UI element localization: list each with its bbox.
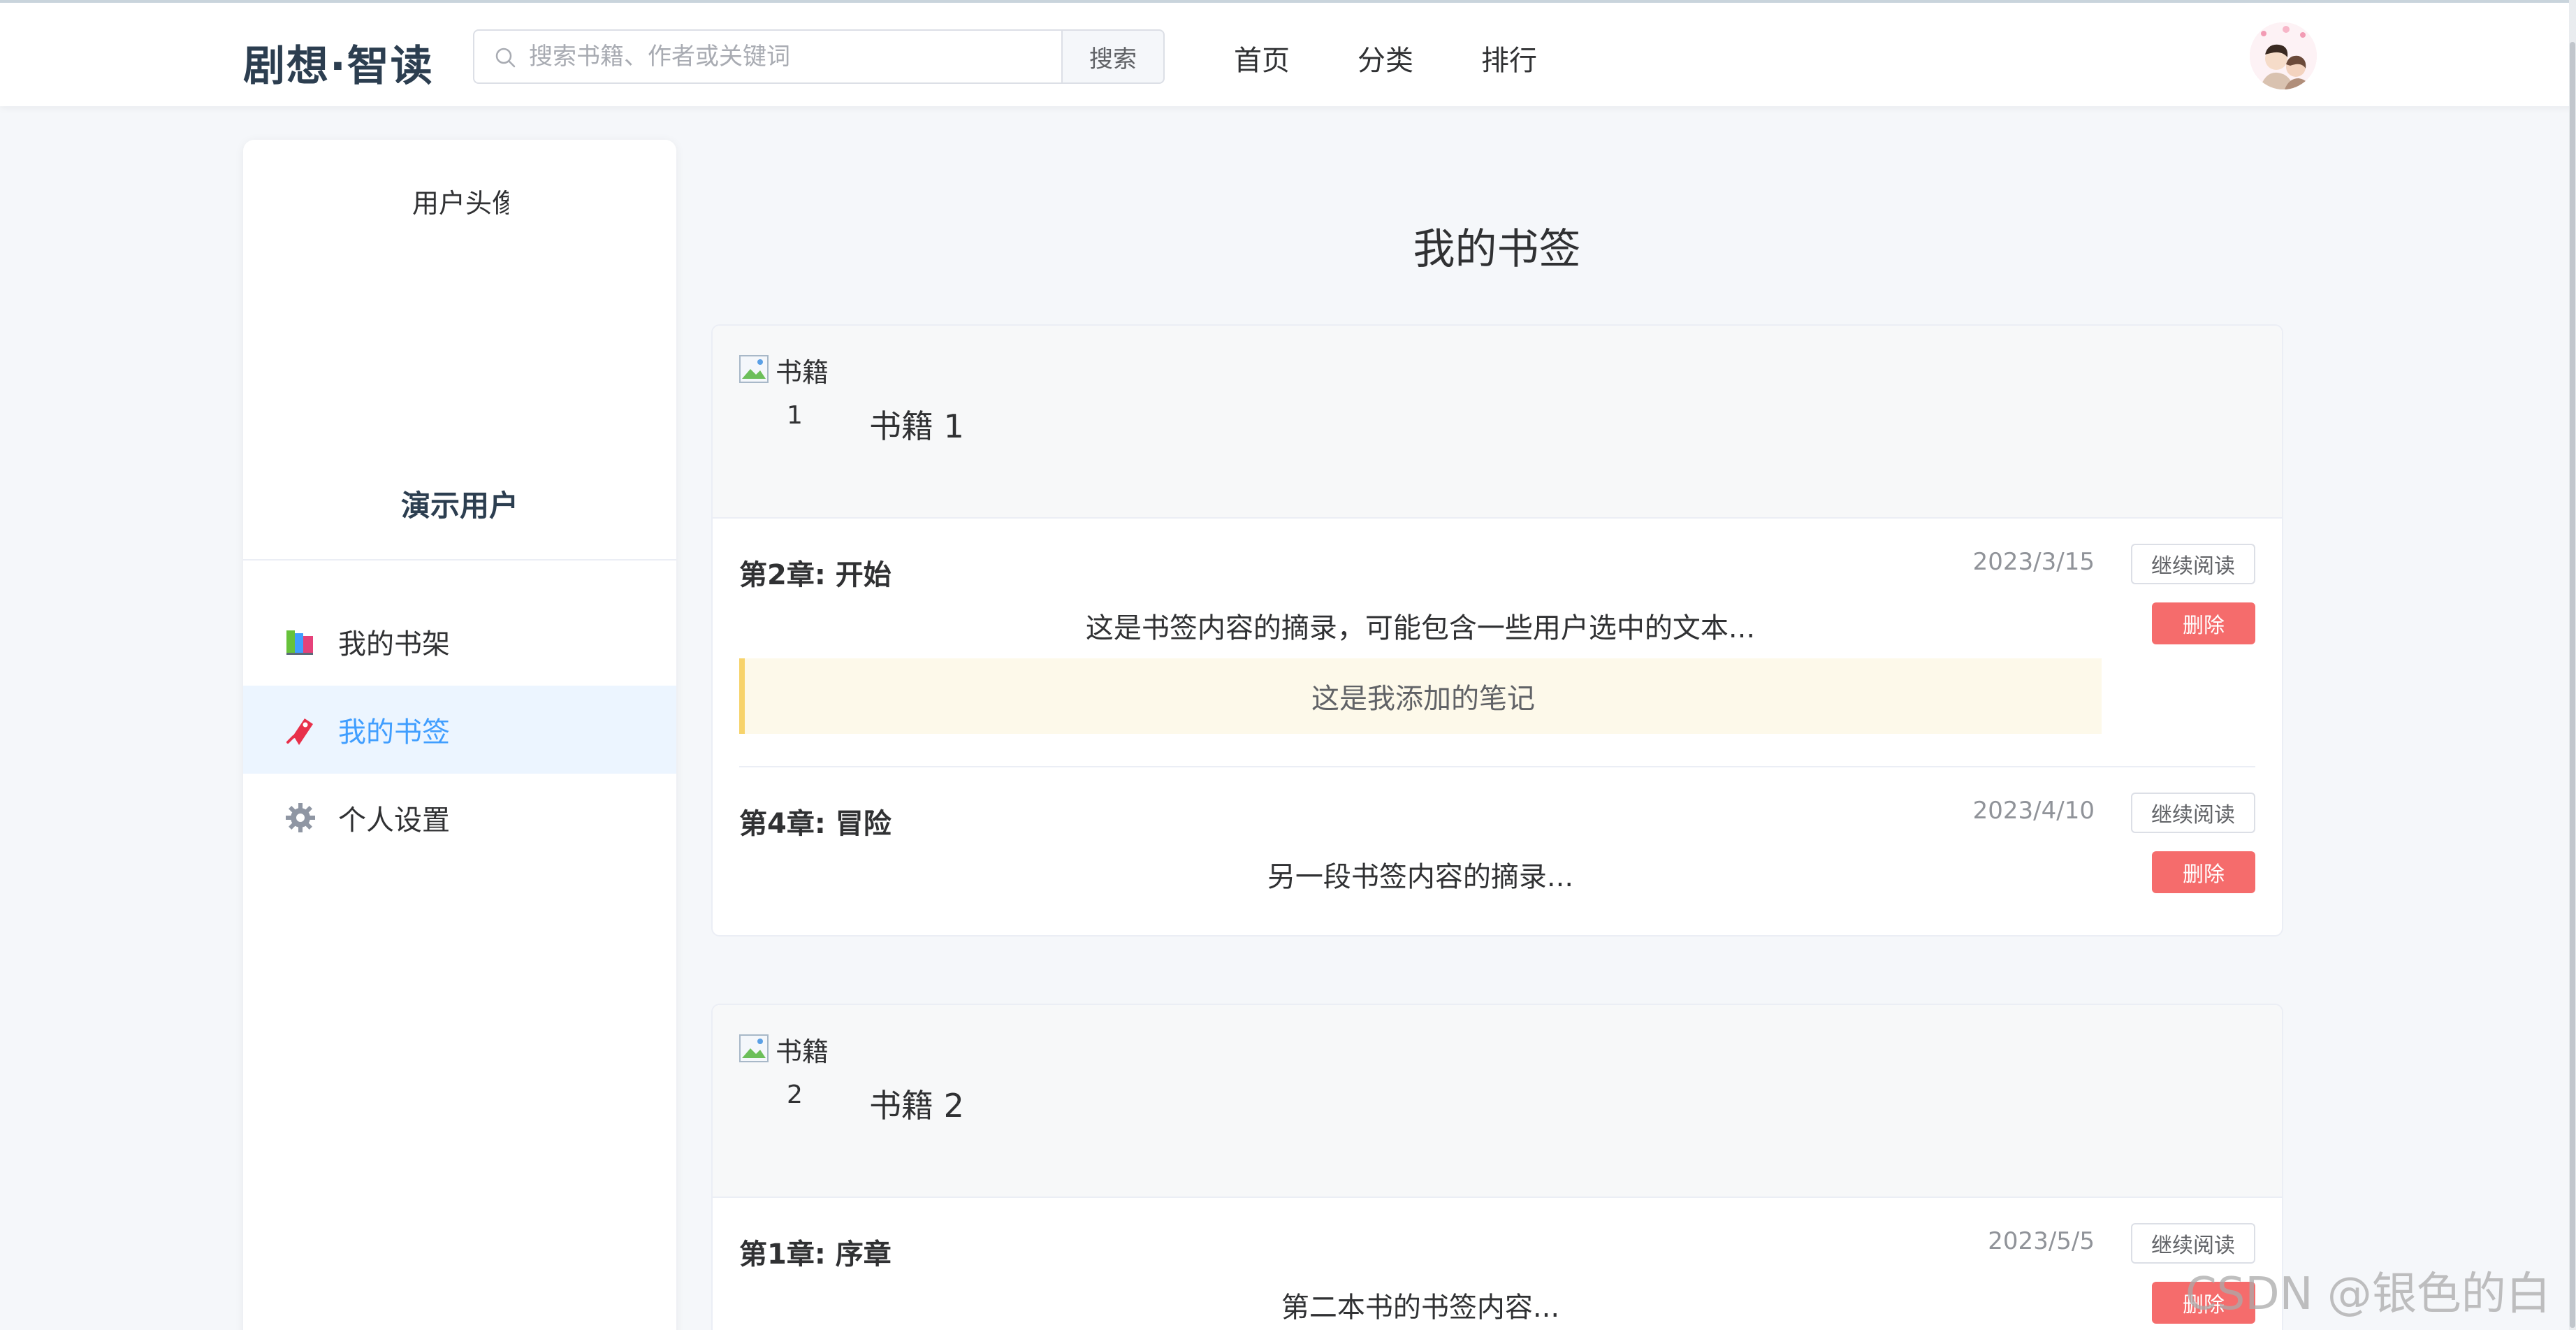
book-cover-number: 1 bbox=[787, 401, 803, 430]
book-title[interactable]: 书籍 2 bbox=[869, 1080, 964, 1127]
profile-avatar-alt: 用户头像 bbox=[412, 188, 509, 219]
book-header: 书籍 1 书籍 1 bbox=[713, 326, 2282, 519]
sidebar-item-label: 我的书签 bbox=[338, 716, 450, 749]
sidebar-item-label: 个人设置 bbox=[338, 804, 450, 837]
sidebar-item-label: 我的书架 bbox=[338, 628, 450, 660]
bookmark-excerpt: 这是书签内容的摘录，可能包含一些用户选中的文本... bbox=[1085, 612, 1756, 644]
bookmark-icon bbox=[286, 718, 313, 745]
broken-image-icon bbox=[739, 355, 769, 383]
book-card: 书籍 2 书籍 2 第1章: 序章 2023/5/5 继续阅读 删除 第二本书的… bbox=[711, 1004, 2283, 1330]
scrollbar-thumb[interactable] bbox=[2570, 42, 2575, 1328]
sidebar-item-bookshelf[interactable]: 我的书架 bbox=[243, 598, 676, 686]
book-cover[interactable]: 书籍 2 bbox=[739, 1030, 837, 1114]
books-icon bbox=[286, 630, 313, 655]
site-logo[interactable]: 剧想·智读 bbox=[243, 32, 434, 93]
bookmark-note: 这是我添加的笔记 bbox=[739, 658, 2102, 734]
sidebar-menu: 我的书架 我的书签 个人设置 bbox=[243, 598, 676, 862]
book-title[interactable]: 书籍 1 bbox=[869, 401, 964, 447]
continue-reading-button[interactable]: 继续阅读 bbox=[2131, 793, 2255, 833]
bookmark-chapter[interactable]: 第2章: 开始 bbox=[739, 552, 892, 593]
profile-avatar: 用户头像 bbox=[411, 182, 509, 231]
sidebar-item-settings[interactable]: 个人设置 bbox=[243, 774, 676, 862]
book-card: 书籍 1 书籍 1 第2章: 开始 2023/3/15 继续阅读 删除 这是书签… bbox=[711, 324, 2283, 937]
gear-icon bbox=[286, 803, 315, 832]
sidebar-item-bookmarks[interactable]: 我的书签 bbox=[243, 686, 676, 774]
broken-image-icon bbox=[739, 1034, 769, 1062]
top-header: 剧想·智读 搜索 首页 分类 排行 bbox=[0, 0, 2576, 106]
bookmark-date: 2023/5/5 bbox=[1988, 1227, 2095, 1255]
nav-categories[interactable]: 分类 bbox=[1358, 38, 1413, 78]
bookmark-chapter[interactable]: 第4章: 冒险 bbox=[739, 801, 892, 841]
user-name: 演示用户 bbox=[400, 489, 518, 523]
scrollbar[interactable] bbox=[2569, 0, 2576, 1330]
bookmark-item: 第4章: 冒险 2023/4/10 继续阅读 删除 另一段书签内容的摘录... bbox=[739, 767, 2255, 935]
search-icon bbox=[495, 48, 516, 68]
nav-home[interactable]: 首页 bbox=[1234, 38, 1290, 78]
book-cover-alt: 书籍 bbox=[776, 357, 829, 388]
search-input[interactable] bbox=[529, 31, 1130, 82]
main-nav: 首页 分类 排行 bbox=[1234, 38, 1605, 78]
bookmark-date: 2023/4/10 bbox=[1972, 797, 2095, 825]
avatar-illustration-icon bbox=[2250, 22, 2317, 89]
nav-rankings[interactable]: 排行 bbox=[1481, 38, 1537, 78]
bookmark-date: 2023/3/15 bbox=[1972, 548, 2095, 576]
user-avatar[interactable] bbox=[2250, 22, 2317, 89]
continue-reading-button[interactable]: 继续阅读 bbox=[2131, 544, 2255, 584]
user-sidebar: 用户头像 演示用户 我的书架 我的书签 个人设置 bbox=[243, 140, 676, 1330]
book-cover[interactable]: 书籍 1 bbox=[739, 351, 837, 435]
bookmark-item: 第1章: 序章 2023/5/5 继续阅读 删除 第二本书的书签内容... bbox=[739, 1198, 2255, 1330]
book-cover-number: 2 bbox=[787, 1080, 803, 1109]
bookmark-item: 第2章: 开始 2023/3/15 继续阅读 删除 这是书签内容的摘录，可能包含… bbox=[739, 519, 2255, 767]
delete-bookmark-button[interactable]: 删除 bbox=[2152, 851, 2255, 893]
delete-bookmark-button[interactable]: 删除 bbox=[2152, 602, 2255, 644]
search-bar: 搜索 bbox=[473, 29, 1165, 84]
bookmark-excerpt: 第二本书的书签内容... bbox=[1281, 1292, 1560, 1324]
search-field[interactable] bbox=[473, 29, 1130, 84]
csdn-watermark: CSDN @银色的白 bbox=[2185, 1268, 2551, 1320]
page-title: 我的书签 bbox=[1413, 225, 1581, 274]
book-header: 书籍 2 书籍 2 bbox=[713, 1005, 2282, 1198]
bookmark-chapter[interactable]: 第1章: 序章 bbox=[739, 1231, 892, 1272]
sidebar-divider bbox=[243, 559, 676, 561]
bookmark-excerpt: 另一段书签内容的摘录... bbox=[1267, 861, 1574, 893]
book-cover-alt: 书籍 bbox=[776, 1036, 829, 1067]
